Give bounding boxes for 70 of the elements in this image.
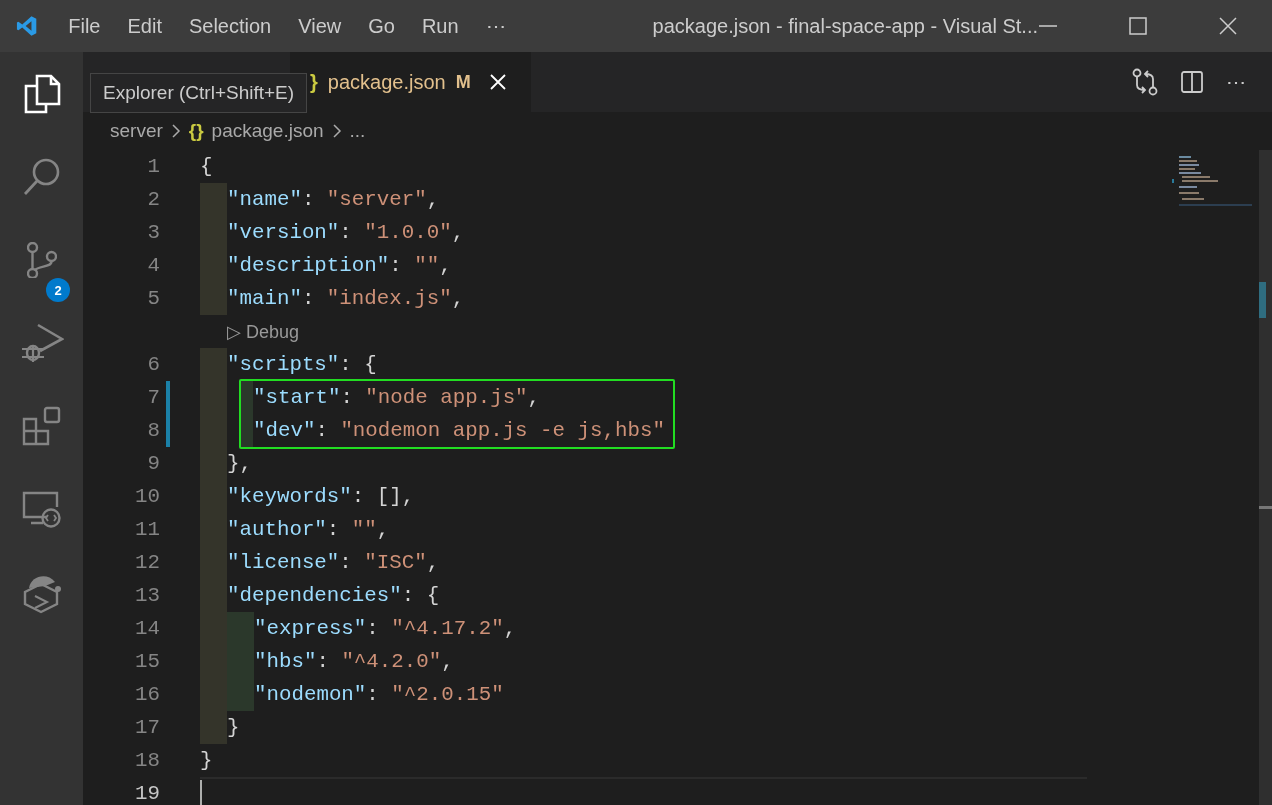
- menu-item[interactable]: Edit: [127, 14, 162, 38]
- codelens-link[interactable]: ▷ Debug: [227, 320, 300, 343]
- code-line: "keywords": [],: [227, 485, 415, 508]
- code-line: }: [227, 716, 240, 739]
- code-line: "author": "",: [227, 518, 390, 541]
- chevron-icon: [170, 123, 181, 139]
- tooltip: Explorer (Ctrl+Shift+E): [90, 73, 308, 113]
- indent-guide: [227, 678, 254, 711]
- code-line: "main": "index.js",: [227, 287, 465, 310]
- code-line: "license": "ISC",: [227, 551, 440, 574]
- line-number: 1: [147, 155, 160, 178]
- chevron-icon: [331, 123, 342, 139]
- menu-item[interactable]: Selection: [188, 14, 272, 38]
- code-line: "version": "1.0.0",: [227, 221, 465, 244]
- menu-item[interactable]: ⋯: [485, 14, 506, 38]
- maximize-icon[interactable]: [1128, 16, 1148, 36]
- line-number: 8: [147, 419, 160, 442]
- indent-guide: [227, 612, 254, 645]
- menu-item[interactable]: Run: [421, 14, 459, 38]
- extensions-icon[interactable]: [20, 404, 63, 447]
- line-number: 11: [135, 518, 160, 541]
- code-line: "name": "server",: [227, 188, 440, 211]
- line-number: 12: [135, 551, 160, 574]
- indent-guide: [200, 711, 227, 744]
- code-line: },: [227, 452, 252, 475]
- menu-item[interactable]: File: [68, 14, 101, 38]
- line-number: 17: [135, 716, 160, 739]
- line-number: 13: [135, 584, 160, 607]
- menu-item[interactable]: View: [298, 14, 342, 38]
- window-title: package.json - final-space-app - Visual St...: [652, 14, 1038, 38]
- line-number: 15: [135, 650, 160, 673]
- source-control-icon[interactable]: [26, 241, 57, 278]
- line-number: 10: [135, 485, 160, 508]
- line-number: 19: [135, 782, 160, 805]
- line-number: 3: [147, 221, 160, 244]
- code-line: "description": "",: [227, 254, 452, 277]
- run-debug-icon[interactable]: [19, 321, 64, 364]
- json-icon: {}: [188, 120, 204, 142]
- code-line: "scripts": {: [227, 353, 377, 376]
- line-number: 16: [135, 683, 160, 706]
- indent-guide: [241, 381, 253, 414]
- code-line: "start": "node app.js",: [253, 386, 541, 409]
- code-line: }: [200, 749, 213, 772]
- search-icon[interactable]: [21, 156, 62, 197]
- line-number: 4: [147, 254, 160, 277]
- breadcrumb-item[interactable]: package.json: [211, 120, 324, 142]
- code-line: {: [200, 155, 213, 178]
- breadcrumb-item[interactable]: ...: [349, 120, 366, 142]
- line-number: 18: [135, 749, 160, 772]
- scrollbar[interactable]: [1259, 150, 1272, 805]
- close-icon[interactable]: [1218, 16, 1238, 36]
- line-number: 9: [147, 452, 160, 475]
- line-number: 7: [147, 386, 160, 409]
- code-line: "dependencies": {: [227, 584, 440, 607]
- more-actions-button[interactable]: ⋯: [1226, 70, 1246, 94]
- compare-changes-icon[interactable]: [1132, 68, 1158, 96]
- line-number: 6: [147, 353, 160, 376]
- split-editor-icon[interactable]: [1180, 70, 1204, 94]
- indent-guide: [241, 414, 253, 447]
- breadcrumb-item[interactable]: server: [110, 120, 163, 142]
- line-number: 14: [135, 617, 160, 640]
- files-icon[interactable]: [22, 73, 61, 114]
- code-line: "nodemon": "^2.0.15": [254, 683, 504, 706]
- code-line: "express": "^4.17.2",: [254, 617, 517, 640]
- code-line: "hbs": "^4.2.0",: [254, 650, 454, 673]
- line-number: 5: [147, 287, 160, 310]
- code-line: "dev": "nodemon app.js -e js,hbs": [253, 419, 665, 442]
- count-badge: 2: [46, 278, 70, 302]
- line-number: 2: [147, 188, 160, 211]
- menu-item[interactable]: Go: [368, 14, 395, 38]
